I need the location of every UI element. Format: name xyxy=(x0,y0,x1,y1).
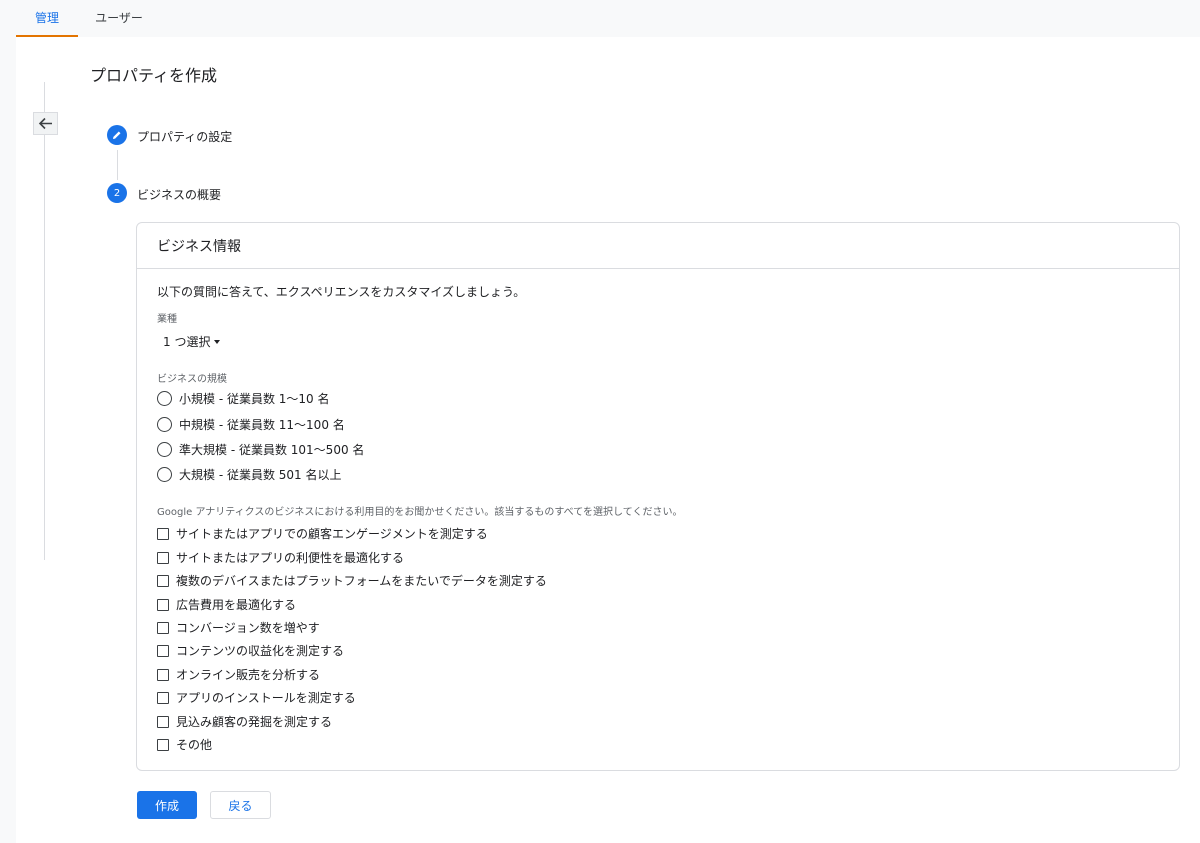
step-connector xyxy=(117,150,118,180)
create-button[interactable]: 作成 xyxy=(137,791,197,819)
checkbox[interactable] xyxy=(157,598,169,611)
business-size-label: ビジネスの規模 xyxy=(157,374,227,385)
step-2-indicator: 2 xyxy=(107,183,127,203)
usage-option[interactable]: その他 xyxy=(157,736,212,753)
pencil-icon xyxy=(113,131,121,139)
checkbox[interactable] xyxy=(157,574,169,587)
usage-option[interactable]: 複数のデバイスまたはプラットフォームをまたいでデータを測定する xyxy=(157,572,547,589)
caret-down-icon xyxy=(214,339,221,344)
usage-option[interactable]: アプリのインストールを測定する xyxy=(157,689,356,706)
usage-option[interactable]: 見込み顧客の発掘を測定する xyxy=(157,713,332,730)
size-option-small[interactable]: 小規模 - 従業員数 1〜10 名 xyxy=(157,390,330,407)
checkbox[interactable] xyxy=(157,527,169,540)
card-divider xyxy=(137,268,1179,269)
radio-button[interactable] xyxy=(157,442,172,457)
step-1-label: プロパティの設定 xyxy=(137,130,233,144)
checkbox[interactable] xyxy=(157,644,169,657)
back-arrow-button[interactable] xyxy=(33,112,58,135)
radio-button[interactable] xyxy=(157,417,172,432)
intro-text: 以下の質問に答えて、エクスペリエンスをカスタマイズしましょう。 xyxy=(157,285,526,299)
card-title: ビジネス情報 xyxy=(157,239,241,255)
step-1-indicator xyxy=(107,125,127,145)
checkbox-label: サイトまたはアプリの利便性を最適化する xyxy=(176,551,405,565)
arrow-left-icon xyxy=(38,117,52,130)
left-rail-divider xyxy=(44,82,45,560)
radio-label: 大規模 - 従業員数 501 名以上 xyxy=(179,468,342,482)
usage-option[interactable]: サイトまたはアプリでの顧客エンゲージメントを測定する xyxy=(157,525,488,542)
size-option-mid-large[interactable]: 準大規模 - 従業員数 101〜500 名 xyxy=(157,441,364,458)
back-button[interactable]: 戻る xyxy=(210,791,271,819)
checkbox-label: アプリのインストールを測定する xyxy=(176,691,356,705)
tab-admin[interactable]: 管理 xyxy=(16,0,78,37)
radio-label: 準大規模 - 従業員数 101〜500 名 xyxy=(179,443,365,457)
radio-label: 小規模 - 従業員数 1〜10 名 xyxy=(179,392,330,406)
page-title: プロパティを作成 xyxy=(90,66,218,85)
checkbox[interactable] xyxy=(157,621,169,634)
checkbox-label: 複数のデバイスまたはプラットフォームをまたいでデータを測定する xyxy=(176,574,547,588)
usage-option[interactable]: コンバージョン数を増やす xyxy=(157,619,320,636)
checkbox[interactable] xyxy=(157,715,169,728)
industry-label: 業種 xyxy=(157,314,177,325)
checkbox[interactable] xyxy=(157,738,169,751)
size-option-medium[interactable]: 中規模 - 従業員数 11〜100 名 xyxy=(157,416,345,433)
checkbox-label: 見込み顧客の発掘を測定する xyxy=(176,715,333,729)
usage-option[interactable]: オンライン販売を分析する xyxy=(157,666,320,683)
business-info-card: ビジネス情報 以下の質問に答えて、エクスペリエンスをカスタマイズしましょう。 業… xyxy=(136,222,1180,771)
radio-label: 中規模 - 従業員数 11〜100 名 xyxy=(179,418,345,432)
industry-dropdown[interactable]: 1 つ選択 xyxy=(163,333,221,350)
usage-option[interactable]: サイトまたはアプリの利便性を最適化する xyxy=(157,549,404,566)
size-option-large[interactable]: 大規模 - 従業員数 501 名以上 xyxy=(157,466,342,483)
usage-option[interactable]: コンテンツの収益化を測定する xyxy=(157,642,344,659)
checkbox-label: サイトまたはアプリでの顧客エンゲージメントを測定する xyxy=(176,527,488,541)
checkbox[interactable] xyxy=(157,668,169,681)
checkbox[interactable] xyxy=(157,551,169,564)
checkbox-label: コンテンツの収益化を測定する xyxy=(176,644,345,658)
checkbox-label: オンライン販売を分析する xyxy=(176,668,321,682)
usage-option[interactable]: 広告費用を最適化する xyxy=(157,596,296,613)
checkbox-label: その他 xyxy=(176,738,213,752)
radio-button[interactable] xyxy=(157,391,172,406)
usage-question-label: Google アナリティクスのビジネスにおける利用目的をお聞かせください。該当す… xyxy=(157,507,683,518)
top-tab-bar: 管理 ユーザー xyxy=(0,0,1200,37)
tab-users[interactable]: ユーザー xyxy=(86,0,152,37)
step-2-label: ビジネスの概要 xyxy=(137,188,222,202)
checkbox-label: 広告費用を最適化する xyxy=(176,598,297,612)
radio-button[interactable] xyxy=(157,467,172,482)
checkbox-label: コンバージョン数を増やす xyxy=(176,621,320,635)
industry-selected-value: 1 つ選択 xyxy=(163,335,211,349)
checkbox[interactable] xyxy=(157,691,169,704)
